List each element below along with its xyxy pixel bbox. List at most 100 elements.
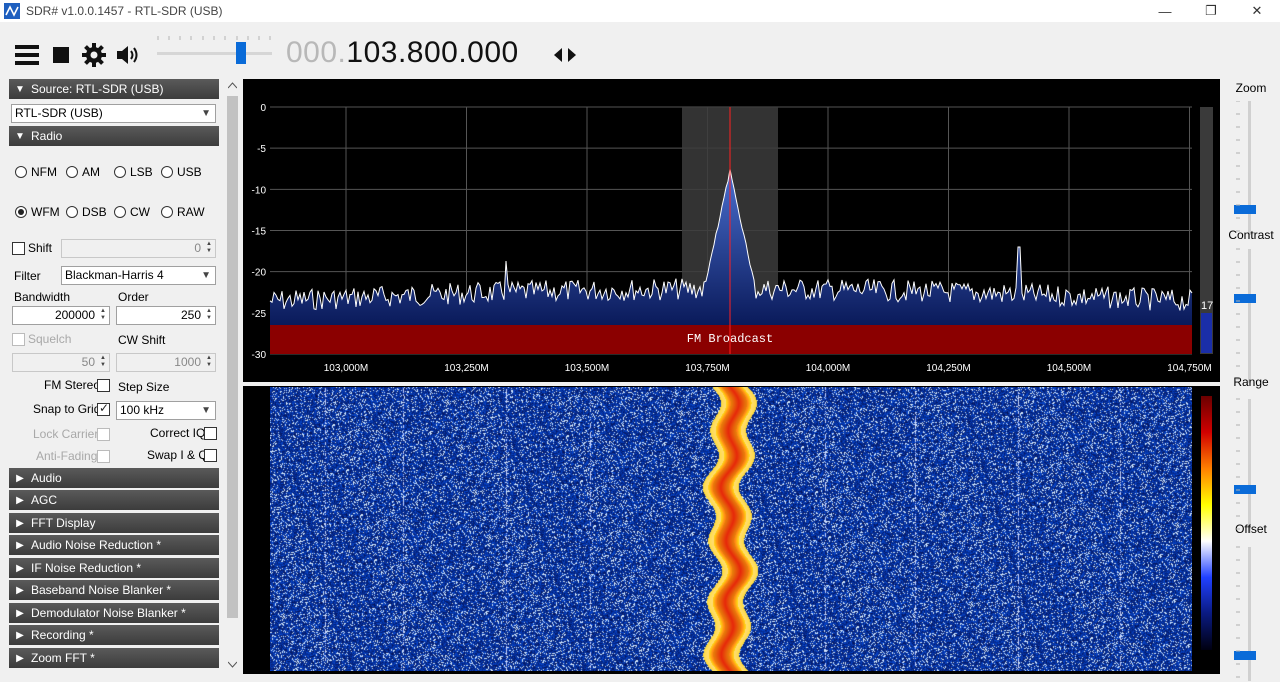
mode-label: RAW [177,205,205,219]
frequency-leading-digits[interactable]: 000. [286,36,346,69]
frequency-digits[interactable]: 103.800.000 [346,36,518,69]
stepper-arrows-icon[interactable]: ▲ ▼ [98,308,108,323]
stepper-arrows-icon[interactable]: ▲ ▼ [98,355,108,370]
y-tick-label: -30 [252,350,267,361]
mode-radio-usb[interactable]: USB [161,165,202,179]
display-settings-panel: Zoom Contrast Range Offset [1222,79,1280,681]
y-tick-label: -15 [252,227,267,238]
x-tick-label: 103,750M [685,363,729,374]
mode-label: AM [82,165,100,179]
volume-slider-track[interactable] [157,52,272,55]
control-panel-scrollbar[interactable] [225,79,240,674]
cw-shift-stepper[interactable]: 1000 ▲ ▼ [116,353,216,372]
stepper-arrows-icon[interactable]: ▲ ▼ [204,355,214,370]
x-tick-label: 103,250M [444,363,488,374]
volume-slider-thumb[interactable] [235,42,246,64]
swap-iq-checkbox[interactable] [204,449,217,462]
waterfall-color-scale [1201,396,1212,650]
order-label: Order [118,290,149,304]
scroll-down-icon[interactable] [228,661,237,668]
stepper-arrows-icon[interactable]: ▲ ▼ [204,308,214,323]
source-section-header[interactable]: ▼ Source: RTL-SDR (USB) [9,79,219,99]
if-noise-reduction-section-header[interactable]: ▶ IF Noise Reduction * [9,558,219,578]
range-slider-track[interactable] [1248,399,1251,533]
step-size-select[interactable]: 100 kHz ▼ [116,401,216,420]
squelch-stepper[interactable]: 50 ▲ ▼ [12,353,110,372]
step-size-label: Step Size [118,380,170,394]
mode-radio-wfm[interactable]: WFM [15,205,60,219]
mode-label: WFM [31,205,60,219]
shift-label: Shift [28,241,53,255]
zoom-label: Zoom [1235,81,1267,95]
squelch-checkbox[interactable] [12,333,25,346]
agc-section-header[interactable]: ▶ AGC [9,490,219,510]
mode-radio-nfm[interactable]: NFM [15,165,57,179]
radio-circle-icon [161,166,173,178]
tuning-arrows-icon[interactable] [553,46,577,64]
demodulator-noise-blanker-section-header[interactable]: ▶ Demodulator Noise Blanker * [9,603,219,623]
gear-icon[interactable] [81,42,107,68]
radio-circle-icon [161,206,173,218]
baseband-noise-blanker-section-header[interactable]: ▶ Baseband Noise Blanker * [9,580,219,600]
radio-circle-icon [114,166,126,178]
restore-button[interactable]: ❐ [1188,0,1234,22]
close-button[interactable]: ✕ [1234,0,1280,22]
mode-radio-cw[interactable]: CW [114,205,150,219]
squelch-value: 50 [81,355,95,369]
radio-circle-icon [15,166,27,178]
slider-ticks [1236,101,1240,678]
zoom-slider-track[interactable] [1248,101,1251,235]
filter-select[interactable]: Blackman-Harris 4 ▼ [61,266,216,285]
snap-to-grid-checkbox[interactable] [97,401,110,416]
section-label: Recording * [31,628,94,642]
y-tick-label: -10 [252,185,267,196]
lock-carrier-checkbox[interactable] [97,428,110,441]
collapse-triangle-icon: ▼ [15,83,25,95]
y-tick-label: 0 [260,103,266,114]
mode-radio-am[interactable]: AM [66,165,100,179]
anti-fading-label: Anti-Fading [36,449,98,463]
source-device-select[interactable]: RTL-SDR (USB) ▼ [11,104,216,123]
contrast-slider-track[interactable] [1248,249,1251,383]
scroll-up-icon[interactable] [228,82,237,89]
y-tick-label: -20 [252,268,267,279]
spectrum-analyzer[interactable]: FM Broadcast 0 -5 -10 -15 -20 -25 -30 103,000M… [243,79,1220,382]
frequency-display[interactable]: 000.103.800.000 [286,36,519,70]
shift-checkbox[interactable] [12,242,25,255]
shift-value: 0 [194,241,201,255]
control-panel: ▼ Source: RTL-SDR (USB) RTL-SDR (USB) ▼ … [9,79,220,674]
offset-slider-track[interactable] [1248,547,1251,681]
expand-triangle-icon: ▶ [16,472,24,484]
source-device-value: RTL-SDR (USB) [15,106,103,120]
audio-noise-reduction-section-header[interactable]: ▶ Audio Noise Reduction * [9,535,219,555]
mode-radio-lsb[interactable]: LSB [114,165,153,179]
chevron-down-icon: ▼ [201,405,211,416]
minimize-button[interactable]: — [1142,0,1188,22]
window-title: SDR# v1.0.0.1457 - RTL-SDR (USB) [26,4,223,18]
spectrum-plot[interactable]: FM Broadcast 0 -5 -10 -15 -20 -25 -30 103,000M… [243,79,1220,382]
mode-radio-dsb[interactable]: DSB [66,205,107,219]
radio-header-label: Radio [31,129,63,143]
swap-iq-label: Swap I & Q [147,448,208,462]
fft-display-section-header[interactable]: ▶ FFT Display [9,513,219,533]
scrollbar-thumb[interactable] [227,96,238,618]
anti-fading-checkbox[interactable] [97,450,110,463]
section-label: Baseband Noise Blanker * [31,583,172,597]
speaker-icon[interactable] [114,42,140,68]
mode-radio-raw[interactable]: RAW [161,205,205,219]
audio-section-header[interactable]: ▶ Audio [9,468,219,488]
recording-section-header[interactable]: ▶ Recording * [9,625,219,645]
radio-section-header[interactable]: ▼ Radio [9,126,219,146]
fm-stereo-checkbox[interactable] [97,379,110,392]
correct-iq-checkbox[interactable] [204,427,217,440]
menu-icon[interactable] [14,42,40,68]
stepper-arrows-icon[interactable]: ▲ ▼ [204,241,214,256]
section-label: Audio [31,471,62,485]
shift-stepper[interactable]: 0 ▲ ▼ [61,239,216,258]
bandwidth-stepper[interactable]: 200000 ▲ ▼ [12,306,110,325]
zoom-fft-section-header[interactable]: ▶ Zoom FFT * [9,648,219,668]
stop-icon[interactable] [48,42,74,68]
waterfall-canvas[interactable] [270,387,1192,671]
waterfall-display[interactable] [243,386,1220,674]
order-stepper[interactable]: 250 ▲ ▼ [116,306,216,325]
